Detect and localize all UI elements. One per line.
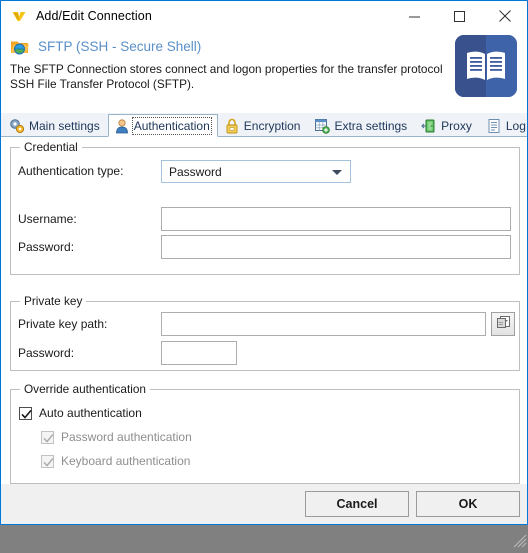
header-title-row: SFTP (SSH - Secure Shell)	[1, 37, 527, 56]
door-exit-icon	[421, 118, 437, 134]
tab-proxy[interactable]: Proxy	[415, 114, 480, 136]
checkbox-password-authentication: Password authentication	[41, 430, 192, 444]
private-key-path-input[interactable]	[161, 312, 486, 336]
check-icon	[21, 409, 32, 420]
password-input[interactable]	[161, 235, 511, 259]
gears-icon	[9, 118, 25, 134]
checkbox-label: Auto authentication	[39, 406, 142, 420]
connection-description: The SFTP Connection stores connect and l…	[10, 62, 450, 92]
tab-label: Extra settings	[334, 119, 407, 133]
override-authentication-group-title: Override authentication	[20, 382, 150, 396]
window-controls	[392, 1, 527, 31]
private-key-browse-button[interactable]	[491, 312, 515, 336]
tab-strip: Main settings Authentication Encryption	[1, 113, 527, 137]
tab-encryption[interactable]: Encryption	[218, 114, 309, 136]
tab-label: Main settings	[29, 119, 100, 133]
password-label: Password:	[18, 240, 74, 254]
chevron-down-icon	[332, 170, 342, 175]
tab-main-settings[interactable]: Main settings	[3, 114, 108, 136]
credential-group-title: Credential	[20, 140, 82, 154]
minimize-button[interactable]	[392, 1, 437, 31]
browse-folder-icon	[496, 315, 511, 334]
tab-label: Proxy	[441, 119, 472, 133]
authentication-type-select[interactable]: Password	[161, 160, 351, 183]
checkbox-auto-authentication[interactable]: Auto authentication	[19, 406, 142, 420]
maximize-button[interactable]	[437, 1, 482, 31]
document-icon	[486, 118, 502, 134]
tab-label: Encryption	[244, 119, 301, 133]
checkbox-label: Password authentication	[61, 430, 192, 444]
authentication-type-value: Password	[169, 165, 222, 179]
tab-label: Authentication	[134, 119, 210, 133]
ok-button[interactable]: OK	[416, 491, 520, 517]
checkbox-keyboard-authentication: Keyboard authentication	[41, 454, 190, 468]
padlock-icon	[224, 118, 240, 134]
cancel-button[interactable]: Cancel	[305, 491, 409, 517]
dialog-footer: Cancel OK	[1, 484, 527, 524]
tab-panel-authentication: Credential Authentication type: Password…	[1, 137, 527, 484]
book-icon	[455, 35, 517, 97]
username-label: Username:	[18, 212, 77, 226]
dialog-header: SFTP (SSH - Secure Shell) The SFTP Conne…	[1, 31, 527, 113]
tab-authentication[interactable]: Authentication	[108, 114, 218, 137]
check-icon	[43, 457, 54, 468]
resize-grip[interactable]	[513, 534, 527, 548]
check-icon	[43, 433, 54, 444]
tab-extra-settings[interactable]: Extra settings	[308, 114, 415, 136]
spreadsheet-icon	[314, 118, 330, 134]
private-key-path-label: Private key path:	[18, 317, 107, 331]
window-title: Add/Edit Connection	[36, 9, 152, 23]
checkbox-box	[41, 455, 54, 468]
authentication-type-label: Authentication type:	[18, 164, 123, 178]
tab-log[interactable]: Log	[480, 114, 528, 136]
close-button[interactable]	[482, 1, 527, 31]
sftp-folder-globe-icon	[10, 37, 30, 56]
title-bar[interactable]: Add/Edit Connection	[1, 1, 527, 31]
private-key-password-label: Password:	[18, 346, 74, 360]
private-key-password-input[interactable]	[161, 341, 237, 365]
checkbox-box[interactable]	[19, 407, 32, 420]
add-edit-connection-dialog: Add/Edit Connection	[0, 0, 528, 525]
winscp-logo-icon	[10, 7, 28, 25]
private-key-group-title: Private key	[20, 294, 86, 308]
connection-type-title: SFTP (SSH - Secure Shell)	[38, 39, 201, 54]
tab-label: Log	[506, 119, 526, 133]
checkbox-label: Keyboard authentication	[61, 454, 190, 468]
username-input[interactable]	[161, 207, 511, 231]
checkbox-box	[41, 431, 54, 444]
user-icon	[114, 118, 130, 134]
